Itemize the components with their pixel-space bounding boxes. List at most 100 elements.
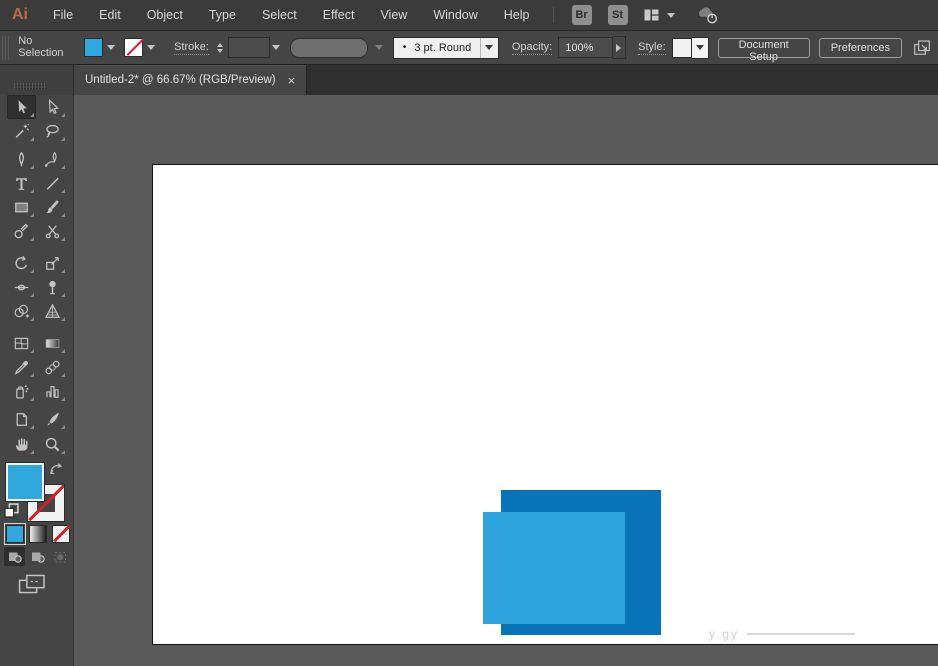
- selection-status: No Selection: [18, 35, 70, 60]
- opacity-field[interactable]: 100%: [558, 37, 612, 58]
- menu-file[interactable]: File: [40, 1, 86, 30]
- artboard[interactable]: y gy: [152, 164, 938, 645]
- stroke-none-swatch[interactable]: [124, 38, 143, 57]
- zoom-tool[interactable]: [38, 432, 67, 456]
- scissors-icon: [44, 223, 61, 240]
- menu-type[interactable]: Type: [196, 1, 249, 30]
- type-icon: [13, 175, 30, 192]
- type-tool[interactable]: [7, 171, 36, 195]
- color-button[interactable]: [6, 525, 24, 543]
- paintbrush-tool[interactable]: [38, 195, 67, 219]
- opacity-label[interactable]: Opacity:: [512, 41, 552, 55]
- hand-tool[interactable]: [7, 432, 36, 456]
- draw-inside-button[interactable]: [50, 547, 71, 566]
- scale-icon: [44, 255, 61, 272]
- menu-select[interactable]: Select: [249, 1, 310, 30]
- document-setup-button[interactable]: Document Setup: [718, 38, 810, 58]
- shape-builder-icon: [13, 303, 30, 320]
- sync-status-icon[interactable]: [695, 5, 721, 25]
- stroke-width-field[interactable]: [228, 37, 270, 58]
- puppet-warp-icon: [44, 279, 61, 296]
- workspace-switcher[interactable]: [642, 7, 675, 23]
- menu-window[interactable]: Window: [420, 1, 490, 30]
- stroke-width-stepper[interactable]: [215, 38, 226, 58]
- preferences-button[interactable]: Preferences: [819, 38, 902, 58]
- fill-stroke-widget: [0, 457, 73, 523]
- rectangle-icon: [13, 199, 30, 216]
- menu-effect[interactable]: Effect: [310, 1, 368, 30]
- menu-edit[interactable]: Edit: [86, 1, 134, 30]
- gradient-tool[interactable]: [38, 331, 67, 355]
- close-icon[interactable]: ×: [288, 74, 296, 87]
- fill-color-combo[interactable]: [84, 38, 118, 57]
- menu-bar: Ai FileEditObjectTypeSelectEffectViewWin…: [0, 0, 938, 31]
- shaper-tool[interactable]: [7, 219, 36, 243]
- chevron-down-icon[interactable]: [103, 38, 118, 57]
- curvature-tool[interactable]: [38, 147, 67, 171]
- chevron-down-icon[interactable]: [143, 38, 158, 57]
- change-screen-mode-icon[interactable]: [18, 573, 48, 600]
- scale-tool[interactable]: [38, 251, 67, 275]
- hand-icon: [13, 436, 30, 453]
- document-tab[interactable]: Untitled-2* @ 66.67% (RGB/Preview) ×: [74, 65, 307, 95]
- puppet-warp-tool[interactable]: [38, 275, 67, 299]
- line-segment-tool[interactable]: [38, 171, 67, 195]
- brush-definition-combo: [290, 38, 368, 58]
- menu-items: FileEditObjectTypeSelectEffectViewWindow…: [40, 1, 543, 30]
- magic-wand-tool[interactable]: [7, 119, 36, 143]
- draw-normal-button[interactable]: [4, 547, 25, 566]
- mesh-tool[interactable]: [7, 331, 36, 355]
- tools-panel-header[interactable]: [0, 65, 74, 95]
- rectangle-tool[interactable]: [7, 195, 36, 219]
- front-rectangle[interactable]: [483, 512, 625, 624]
- scissors-tool[interactable]: [38, 219, 67, 243]
- style-combo[interactable]: [672, 37, 709, 59]
- slice-tool[interactable]: [38, 407, 67, 431]
- canvas-area[interactable]: y gy: [74, 95, 938, 666]
- pen-tool[interactable]: [7, 147, 36, 171]
- artboard-tool[interactable]: [7, 407, 36, 431]
- chevron-down-icon[interactable]: [480, 38, 498, 58]
- draw-behind-icon: [30, 549, 45, 564]
- fill-indicator[interactable]: [6, 463, 44, 501]
- menu-help[interactable]: Help: [491, 1, 543, 30]
- opacity-expand-arrow[interactable]: [613, 36, 626, 59]
- paint-style-buttons: [0, 525, 73, 543]
- selection-tool[interactable]: [7, 95, 36, 119]
- bridge-badge[interactable]: Br: [572, 5, 592, 25]
- symbol-sprayer-tool[interactable]: [7, 379, 36, 403]
- swap-fill-stroke-icon[interactable]: [48, 461, 65, 481]
- variable-width-profile-combo[interactable]: • 3 pt. Round: [393, 37, 499, 59]
- style-swatch[interactable]: [672, 38, 692, 58]
- fill-swatch[interactable]: [84, 38, 103, 57]
- style-label[interactable]: Style:: [638, 41, 666, 55]
- column-graph-tool[interactable]: [38, 379, 67, 403]
- gradient-button[interactable]: [29, 525, 47, 543]
- chevron-down-icon[interactable]: [270, 38, 282, 57]
- stock-badge[interactable]: St: [608, 5, 628, 25]
- chevron-down-icon[interactable]: [692, 37, 709, 59]
- drawing-mode-buttons: [0, 547, 73, 566]
- magic-wand-icon: [13, 123, 30, 140]
- eyedropper-tool[interactable]: [7, 355, 36, 379]
- shape-builder-tool[interactable]: [7, 299, 36, 323]
- perspective-grid-tool[interactable]: [38, 299, 67, 323]
- rotate-tool[interactable]: [7, 251, 36, 275]
- stroke-label[interactable]: Stroke:: [174, 41, 209, 55]
- mesh-icon: [13, 335, 30, 352]
- blend-tool[interactable]: [38, 355, 67, 379]
- menu-object[interactable]: Object: [134, 1, 196, 30]
- draw-behind-button[interactable]: [27, 547, 48, 566]
- lasso-tool[interactable]: [38, 119, 67, 143]
- default-fill-stroke-icon[interactable]: [4, 503, 19, 523]
- stroke-color-combo[interactable]: [124, 38, 158, 57]
- menu-view[interactable]: View: [367, 1, 420, 30]
- rotate-icon: [13, 255, 30, 272]
- width-tool[interactable]: [7, 275, 36, 299]
- variable-width-value[interactable]: • 3 pt. Round: [394, 38, 480, 58]
- panel-grip[interactable]: [2, 36, 10, 60]
- none-button[interactable]: [52, 525, 70, 543]
- gradient-icon: [44, 335, 61, 352]
- direct-selection-tool[interactable]: [38, 95, 67, 119]
- arrange-documents-icon[interactable]: [912, 39, 932, 57]
